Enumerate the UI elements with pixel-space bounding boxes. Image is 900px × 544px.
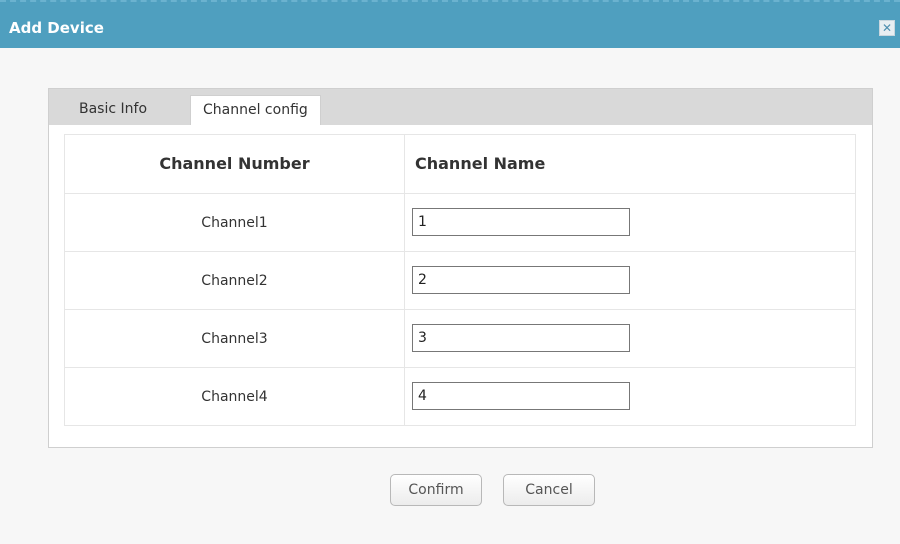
channel-name-cell: [405, 368, 855, 425]
channel-name-input[interactable]: [412, 266, 630, 294]
tab-channel-config[interactable]: Channel config: [190, 95, 321, 125]
dialog-title: Add Device: [9, 19, 104, 37]
close-icon[interactable]: ✕: [879, 20, 895, 36]
tab-panel: Basic Info Channel config Channel Number…: [48, 88, 873, 448]
channel-table: Channel Number Channel Name Channel1 Cha…: [64, 134, 856, 426]
channel-number: Channel1: [65, 194, 405, 251]
channel-name-cell: [405, 194, 855, 251]
header-channel-name-cell: Channel Name: [405, 135, 855, 193]
channel-number: Channel3: [65, 310, 405, 367]
table-row: Channel2: [65, 251, 855, 309]
channel-name-input[interactable]: [412, 382, 630, 410]
table-row: Channel1: [65, 193, 855, 251]
tab-basic-info[interactable]: Basic Info: [67, 95, 159, 125]
confirm-button[interactable]: Confirm: [390, 474, 482, 506]
dialog-titlebar: Add Device ✕: [0, 0, 900, 48]
cancel-button[interactable]: Cancel: [503, 474, 595, 506]
header-channel-number: Channel Number: [65, 135, 405, 193]
channel-number: Channel2: [65, 252, 405, 309]
add-device-dialog: Add Device ✕ Basic Info Channel config C…: [0, 0, 900, 544]
table-header-row: Channel Number Channel Name: [65, 135, 855, 193]
table-row: Channel4: [65, 367, 855, 425]
channel-name-cell: [405, 252, 855, 309]
tab-bar: Basic Info Channel config: [49, 89, 872, 125]
channel-name-input[interactable]: [412, 208, 630, 236]
dialog-buttons: Confirm Cancel: [0, 474, 900, 508]
table-row: Channel3: [65, 309, 855, 367]
header-channel-name: Channel Name: [415, 154, 546, 173]
channel-name-input[interactable]: [412, 324, 630, 352]
channel-number: Channel4: [65, 368, 405, 425]
channel-name-cell: [405, 310, 855, 367]
